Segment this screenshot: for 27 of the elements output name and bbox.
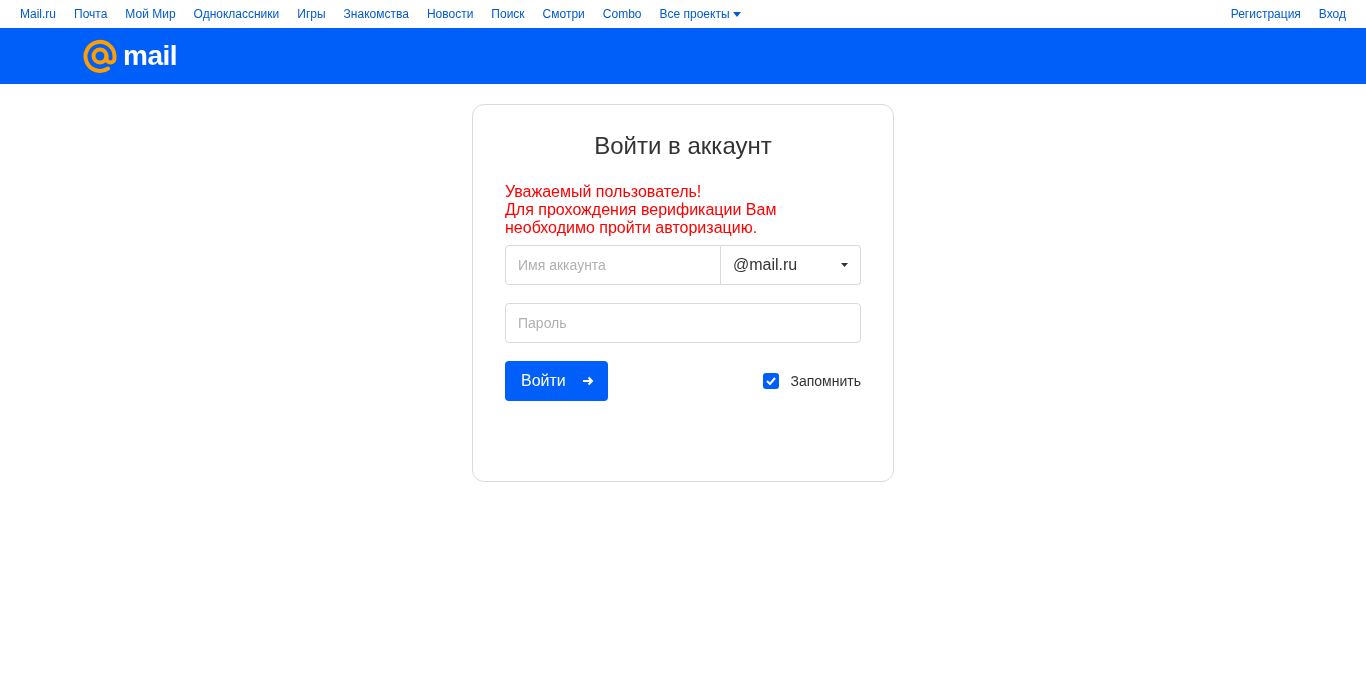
nav-link[interactable]: Регистрация <box>1230 5 1301 23</box>
projects-menu[interactable]: Все проекты <box>659 5 741 23</box>
check-icon <box>765 377 776 385</box>
card-title: Войти в аккаунт <box>593 131 773 161</box>
nav-link[interactable]: Вход <box>1318 5 1346 23</box>
nav-link[interactable]: Одноклассники <box>193 5 280 23</box>
arrow-right-icon <box>582 376 594 386</box>
remember-checkbox[interactable] <box>762 373 779 389</box>
remember-label: Запомнить <box>790 371 861 391</box>
caret-icon <box>732 11 741 17</box>
nav-link[interactable]: Mail.ru <box>20 5 56 23</box>
caret-icon <box>841 263 848 267</box>
domain-select[interactable]: @mail.ru <box>721 245 861 285</box>
nav-link[interactable]: Знакомства <box>343 5 409 23</box>
nav-link[interactable]: Поиск <box>491 5 525 23</box>
nav-link[interactable]: Смотри <box>542 5 585 23</box>
verification-notice: Уважаемый пользователь! Для прохождения верификации Вам необходимо пройти авторизацию. <box>505 183 778 237</box>
password-field[interactable]: Пароль <box>505 303 861 343</box>
nav-link[interactable]: Мой Мир <box>125 5 176 23</box>
account-name-field[interactable]: Имя аккаунта <box>505 245 721 285</box>
nav-link[interactable]: Игры <box>297 5 326 23</box>
nav-link[interactable]: Combo <box>602 5 642 23</box>
nav-link[interactable]: Почта <box>74 5 108 23</box>
mail-logo[interactable]: mail <box>83 39 178 73</box>
login-button[interactable]: Войти <box>505 361 608 401</box>
nav-link[interactable]: Новости <box>426 5 474 23</box>
at-sign-icon <box>83 39 117 73</box>
